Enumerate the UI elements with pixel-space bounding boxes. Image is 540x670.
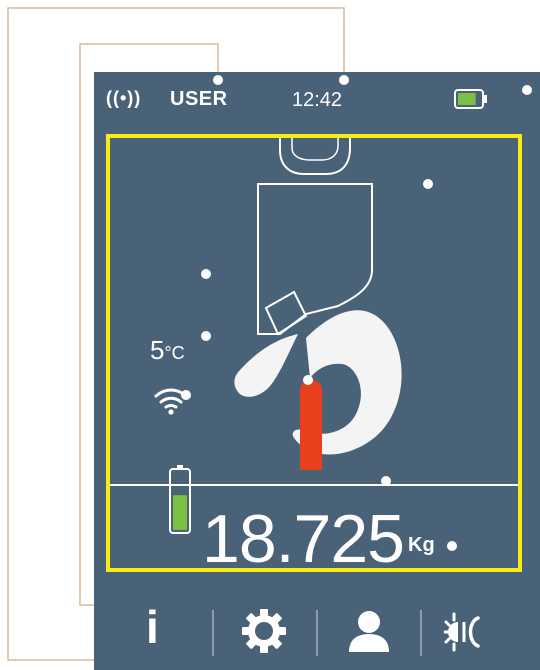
device-screen: ((•)) USER 12:42 5°C 18.725 Kg i [94,72,540,670]
status-bar: ((•)) USER 12:42 [94,72,540,128]
weight-value: 18.725 [202,501,405,577]
temp-callout-dot [201,269,211,279]
temperature-reading: 5°C [150,335,185,366]
temperature-unit: °C [164,343,185,363]
user-icon [349,611,389,652]
temperature-value: 5 [150,335,165,365]
wifi-callout-dot [201,331,211,341]
load-callout-dot [303,375,313,385]
time-callout-dot [339,75,349,85]
user-button[interactable] [318,602,422,662]
weight-callout-dot [447,541,457,551]
main-display-frame: 5°C 18.725 Kg [106,134,522,577]
signal-icon: ((•)) [106,88,142,108]
side-battery-icon [169,465,191,534]
day-night-button[interactable] [422,602,526,662]
battery-icon [454,89,487,109]
divider-callout-dot [381,476,391,486]
user-label[interactable]: USER [170,88,228,111]
user-callout-dot [213,75,223,85]
gear-icon [242,609,286,653]
battery-callout-dot [522,85,532,95]
side-battery-callout-dot [181,390,191,400]
info-button[interactable]: i [102,601,206,662]
settings-button[interactable] [214,602,318,662]
display-divider [110,484,518,486]
clock-time: 12:42 [292,89,343,111]
hook-callout-dot [423,179,433,189]
sun-moon-icon [444,612,480,652]
weight-unit: Kg [408,534,435,556]
bottom-nav-bar: i [94,601,540,670]
info-label: i [146,601,159,653]
